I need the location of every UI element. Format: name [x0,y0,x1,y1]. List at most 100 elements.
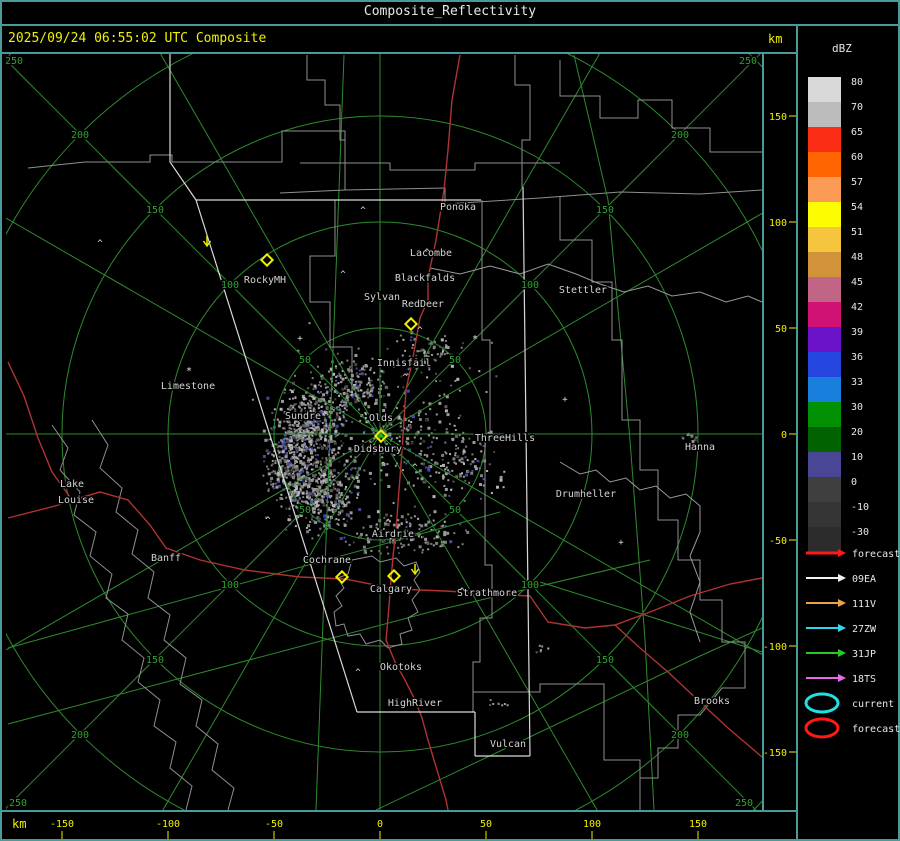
echo-speckle [296,443,299,446]
echo-speckle [415,354,418,357]
echo-speckle [278,441,280,444]
echo-speckle [404,518,407,521]
echo-speckle [454,429,457,431]
echo-speckle [416,350,419,353]
echo-speckle [492,703,495,705]
echo-speckle [283,437,286,440]
colorbar-swatch [808,152,841,177]
colorbar-swatch [808,527,841,552]
echo-speckle [370,379,373,382]
echo-speckle [445,428,448,431]
echo-speckle [317,407,320,410]
echo-speckle [503,703,506,705]
echo-speckle [339,483,343,487]
echo-speckle [463,463,465,465]
echo-speckle [397,546,400,549]
echo-speckle [341,387,344,390]
echo-speckle [270,464,273,467]
echo-speckle [416,477,419,480]
echo-speckle [284,455,288,459]
echo-speckle [405,526,408,528]
echo-speckle [447,469,450,472]
echo-speckle [456,377,460,381]
echo-speckle [311,487,314,490]
echo-speckle [281,399,284,403]
echo-speckle [332,483,335,486]
echo-speckle [432,519,435,522]
echo-speckle [385,513,388,517]
caret-marker-icon: ^ [265,516,271,526]
echo-speckle [386,347,389,350]
echo-speckle [288,450,291,452]
echo-speckle [382,409,386,412]
echo-speckle [371,357,374,360]
echo-speckle [470,471,474,475]
echo-speckle [427,446,430,449]
graticule-line [7,559,651,725]
echo-speckle [279,497,283,500]
ring-distance-label: 50 [449,355,461,366]
echo-speckle [300,454,303,457]
echo-speckle [273,408,276,411]
echo-speckle [348,447,352,451]
echo-speckle [326,386,329,389]
echo-speckle [376,510,380,514]
echo-speckle [346,520,349,523]
ring-distance-label: 150 [596,655,614,666]
caret-marker-icon: ^ [424,248,430,258]
echo-speckle [335,493,339,497]
echo-speckle [355,372,358,375]
echo-speckle [334,365,337,368]
graticule-line [7,511,501,649]
echo-speckle [372,431,375,434]
echo-speckle [467,470,470,473]
echo-speckle [421,535,424,538]
echo-speckle [403,461,406,464]
echo-speckle [468,367,471,370]
echo-speckle [290,451,293,454]
echo-speckle [340,401,343,404]
echo-speckle [305,500,308,503]
echo-speckle [319,381,322,384]
echo-speckle [286,465,289,468]
echo-speckle [460,457,464,461]
echo-speckle [348,501,351,504]
echo-speckle [312,388,315,391]
ring-distance-label: 250 [9,798,27,809]
radial-line [379,54,761,435]
echo-speckle [387,393,391,397]
echo-speckle [336,406,338,409]
echo-speckle [349,455,352,458]
echo-speckle [469,463,472,466]
echo-speckle [332,468,336,472]
echo-speckle [422,401,425,404]
echo-speckle [317,454,319,457]
echo-speckle [345,385,349,389]
echo-speckle [471,453,474,456]
echo-speckle [339,404,342,406]
highway-line [385,54,461,811]
echo-speckle [474,458,477,460]
echo-speckle [308,463,311,466]
echo-speckle [448,494,451,497]
echo-speckle [335,412,338,414]
city-label: Olds [369,413,393,424]
echo-speckle [354,400,358,404]
echo-speckle [445,466,448,469]
colorbar-value-label: 80 [851,77,863,88]
echo-speckle [400,542,402,545]
echo-speckle [316,431,319,434]
echo-speckle [413,505,416,508]
colorbar: 80 70 65 60 57 54 51 48 45 42 39 36 33 30 20 10 0 -10 -30 [808,77,869,552]
echo-speckle [337,382,340,385]
echo-speckle [293,453,296,456]
right-axis-tick-label: 150 [769,112,787,123]
echo-speckle [396,340,399,343]
ring-distance-label: 100 [221,280,239,291]
echo-speckle [482,445,485,447]
echo-speckle [462,475,465,478]
echo-speckle [337,471,340,474]
echo-speckle [332,401,335,404]
echo-speckle [454,452,457,455]
echo-speckle [298,454,301,457]
